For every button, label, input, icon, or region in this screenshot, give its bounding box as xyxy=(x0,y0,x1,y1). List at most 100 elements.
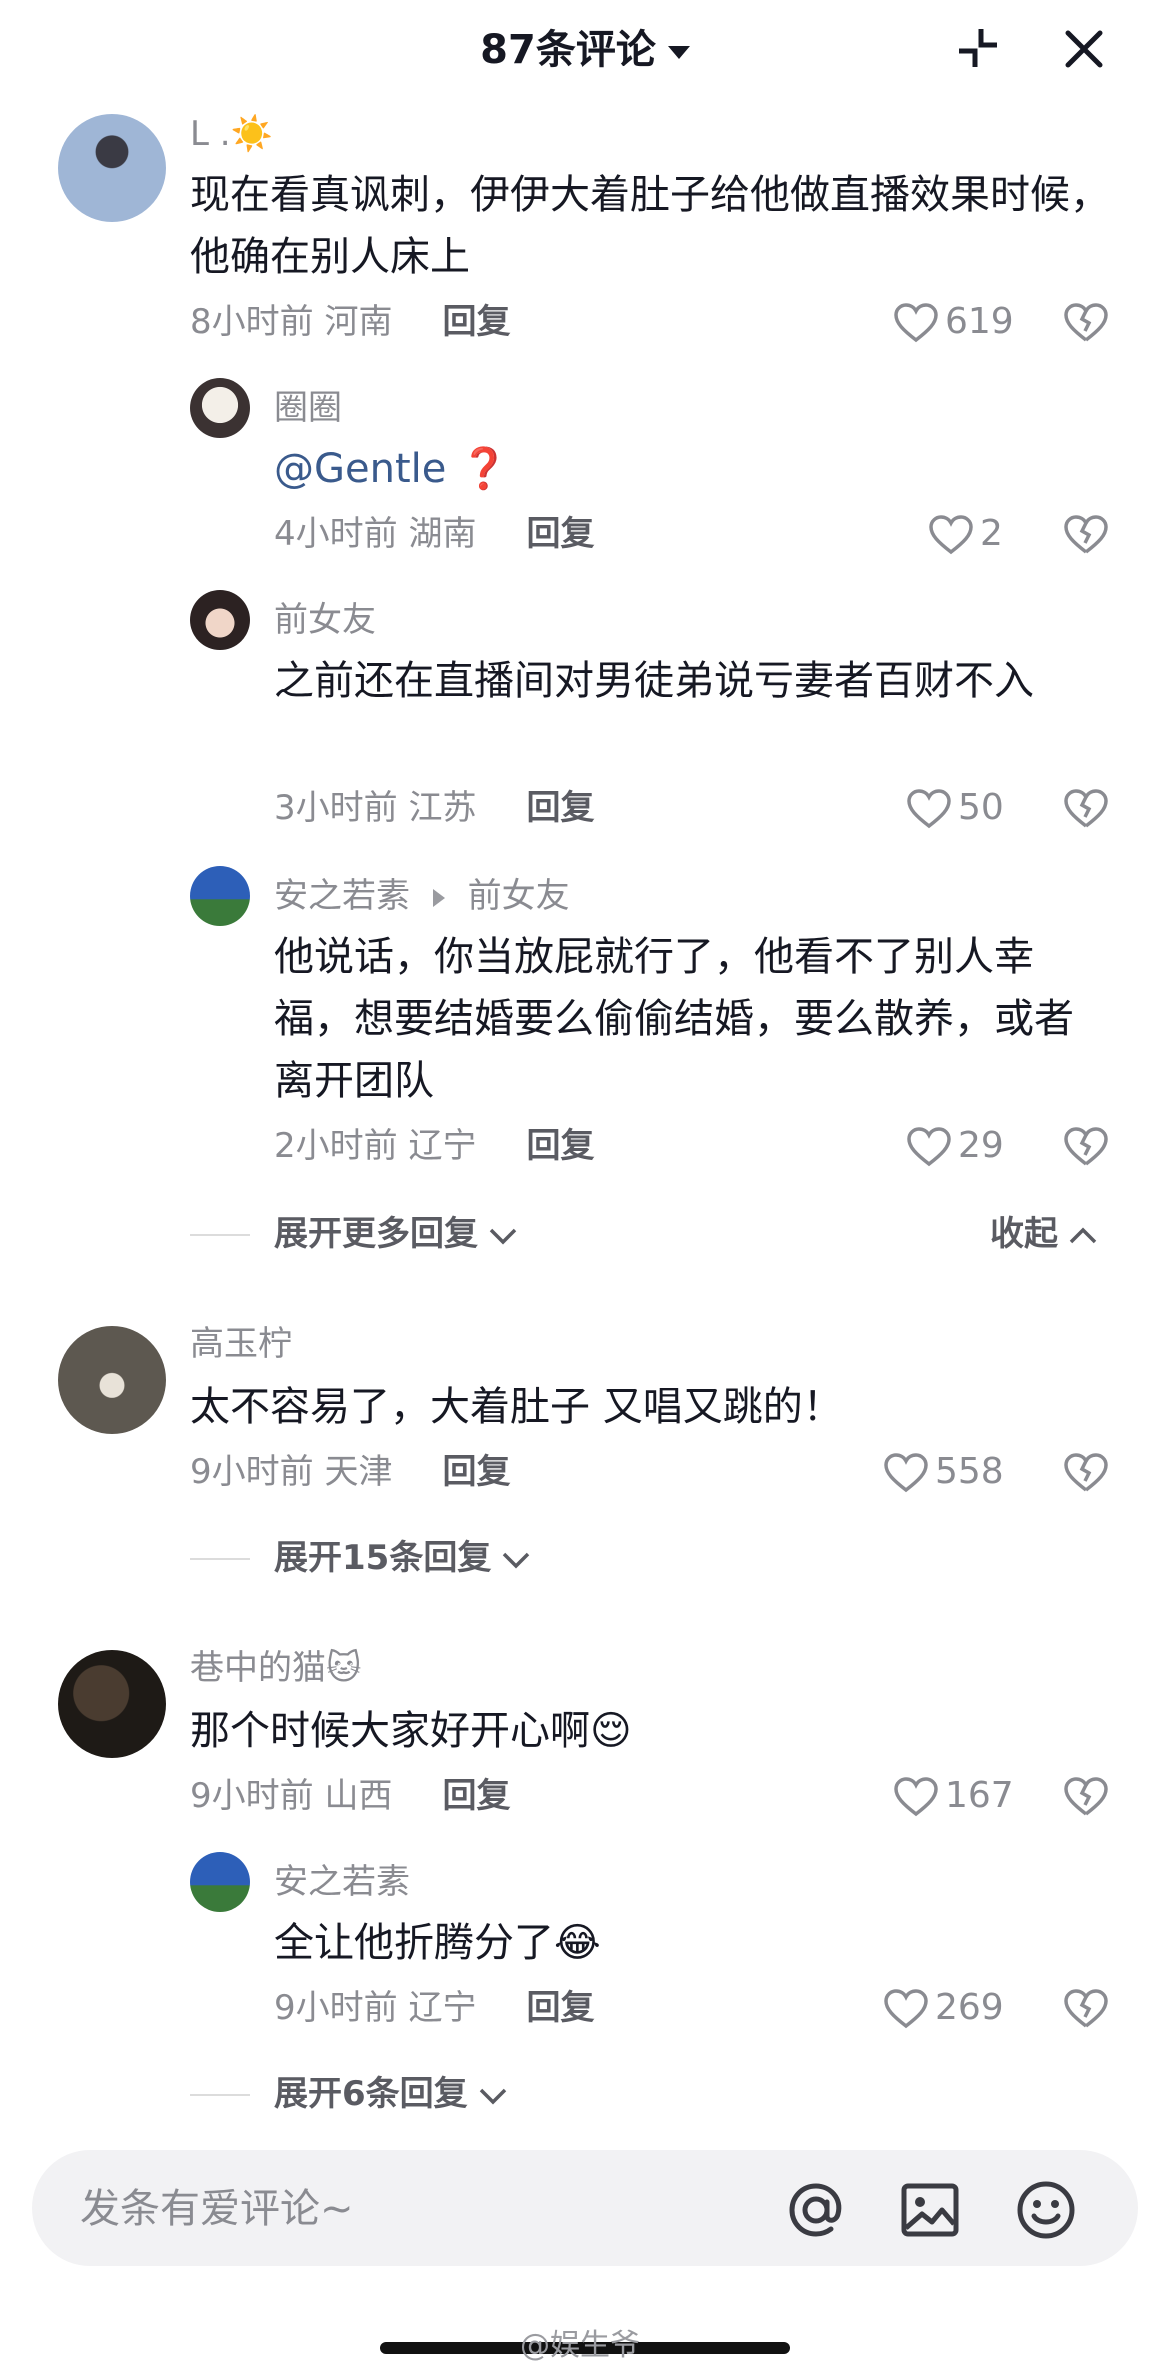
expand-label: 展开15条回复 xyxy=(274,1538,492,1578)
broken-heart-icon[interactable] xyxy=(1062,1774,1110,1818)
comment-input[interactable]: 发条有爱评论~ xyxy=(32,2150,1138,2266)
heart-icon xyxy=(907,789,951,829)
comment-text: 之前还在直播间对男徒弟说亏妻者百财不入 xyxy=(274,658,1034,704)
time-location: 9小时前 山西 xyxy=(190,1776,393,1816)
reply-to-username[interactable]: 前女友 xyxy=(468,876,570,916)
avatar[interactable] xyxy=(58,1650,166,1758)
title-text: 87条评论 xyxy=(480,27,656,73)
comment-text: 太不容易了，大着肚子 又唱又跳的！ xyxy=(190,1384,843,1430)
comments-panel: 87条评论 L .☀️ 现在看真讽刺，伊伊大着肚子给他做直播效果时候，他确在别人… xyxy=(0,0,1170,2380)
username[interactable]: 圈圈 xyxy=(274,386,342,430)
time-location: 4小时前 湖南 xyxy=(274,514,477,554)
comment-text: 那个时候大家好开心啊😌 xyxy=(190,1708,632,1754)
reply-button[interactable]: 回复 xyxy=(442,1776,510,1816)
time-location: 9小时前 辽宁 xyxy=(274,1988,477,2028)
expand-replies-button[interactable]: 展开6条回复 xyxy=(274,2072,508,2116)
broken-heart-icon[interactable] xyxy=(1062,1124,1110,1168)
username[interactable]: 巷中的猫🐱 xyxy=(190,1646,361,1690)
heart-icon xyxy=(907,1127,951,1167)
avatar[interactable] xyxy=(190,590,250,650)
expand-replies-button[interactable]: 展开15条回复 xyxy=(274,1536,531,1580)
at-icon[interactable] xyxy=(784,2178,848,2242)
divider xyxy=(190,1558,250,1560)
like-button[interactable]: 619 xyxy=(893,300,1014,344)
reply-button[interactable]: 回复 xyxy=(526,1988,594,2028)
dropdown-caret-icon xyxy=(667,45,690,59)
like-button[interactable]: 2 xyxy=(928,512,1003,556)
like-button[interactable]: 167 xyxy=(893,1774,1014,1818)
comment-meta: 4小时前 湖南 回复 xyxy=(274,512,594,556)
broken-heart-icon[interactable] xyxy=(1062,1450,1110,1494)
close-icon[interactable] xyxy=(1062,27,1106,71)
expand-label: 展开更多回复 xyxy=(274,1214,478,1254)
reply-button[interactable]: 回复 xyxy=(526,1126,594,1166)
chevron-up-icon xyxy=(1069,1227,1097,1243)
comment-text: @Gentle ❓ xyxy=(274,438,1094,500)
input-placeholder: 发条有爱评论~ xyxy=(80,2186,354,2232)
like-count: 29 xyxy=(958,1125,1004,1166)
comment-meta: 9小时前 天津 回复 xyxy=(190,1450,510,1494)
emoji-icon[interactable] xyxy=(1014,2178,1078,2242)
heart-icon xyxy=(894,1777,938,1817)
time-location: 9小时前 天津 xyxy=(190,1452,393,1492)
avatar[interactable] xyxy=(58,1326,166,1434)
heart-icon xyxy=(884,1989,928,2029)
avatar[interactable] xyxy=(190,378,250,438)
like-count: 558 xyxy=(935,1451,1004,1492)
comment-meta: 3小时前 江苏 回复 xyxy=(274,786,594,830)
emoji: ❓ xyxy=(459,446,509,492)
like-button[interactable]: 29 xyxy=(906,1124,1004,1168)
chevron-down-icon xyxy=(503,1552,530,1568)
comment-meta: 8小时前 河南 回复 xyxy=(190,300,510,344)
broken-heart-icon[interactable] xyxy=(1062,512,1110,556)
heart-icon xyxy=(884,1453,928,1493)
expand-more-replies-button[interactable]: 展开更多回复 xyxy=(274,1212,518,1256)
image-icon[interactable] xyxy=(898,2178,962,2242)
comment-meta: 9小时前 辽宁 回复 xyxy=(274,1986,594,2030)
reply-arrow-icon xyxy=(432,888,445,907)
like-count: 269 xyxy=(935,1987,1004,2028)
avatar[interactable] xyxy=(58,114,166,222)
collapse-label: 收起 xyxy=(990,1214,1058,1254)
broken-heart-icon[interactable] xyxy=(1062,786,1110,830)
time-location: 2小时前 辽宁 xyxy=(274,1126,477,1166)
avatar[interactable] xyxy=(190,1852,250,1912)
collapse-replies-button[interactable]: 收起 xyxy=(990,1212,1098,1256)
like-button[interactable]: 269 xyxy=(883,1986,1004,2030)
chevron-down-icon xyxy=(479,2088,506,2104)
comment-text: 全让他折腾分了😂 xyxy=(274,1920,601,1966)
username[interactable]: 安之若素 xyxy=(274,1860,410,1904)
reply-header: 安之若素 前女友 xyxy=(274,874,570,918)
mention-link[interactable]: @Gentle xyxy=(274,446,446,492)
header: 87条评论 xyxy=(0,0,1170,100)
reply-button[interactable]: 回复 xyxy=(526,788,594,828)
chevron-down-icon xyxy=(489,1228,517,1244)
collapse-icon[interactable] xyxy=(955,25,1001,71)
comment-text: 他说话，你当放屁就行了，他看不了别人幸福，想要结婚要么偷偷结婚，要么散养，或者离… xyxy=(274,934,1074,1104)
comment-meta: 2小时前 辽宁 回复 xyxy=(274,1124,594,1168)
avatar[interactable] xyxy=(190,866,250,926)
time-location: 8小时前 河南 xyxy=(190,302,393,342)
divider xyxy=(190,2094,250,2096)
username[interactable]: 高玉柠 xyxy=(190,1322,292,1366)
like-button[interactable]: 50 xyxy=(906,786,1004,830)
like-button[interactable]: 558 xyxy=(883,1450,1004,1494)
like-count: 2 xyxy=(980,513,1003,554)
username[interactable]: 安之若素 xyxy=(274,876,410,916)
divider xyxy=(190,1234,250,1236)
comment-text: 现在看真讽刺，伊伊大着肚子给他做直播效果时候，他确在别人床上 xyxy=(190,172,1110,280)
username[interactable]: 前女友 xyxy=(274,598,376,642)
like-count: 167 xyxy=(945,1775,1014,1816)
broken-heart-icon[interactable] xyxy=(1062,300,1110,344)
watermark: @娱生爷 xyxy=(520,2328,640,2363)
like-count: 619 xyxy=(945,301,1014,342)
time-location: 3小时前 江苏 xyxy=(274,788,477,828)
expand-label: 展开6条回复 xyxy=(274,2074,468,2114)
broken-heart-icon[interactable] xyxy=(1062,1986,1110,2030)
reply-button[interactable]: 回复 xyxy=(442,1452,510,1492)
heart-icon xyxy=(929,515,973,555)
like-count: 50 xyxy=(958,787,1004,828)
reply-button[interactable]: 回复 xyxy=(442,302,510,342)
reply-button[interactable]: 回复 xyxy=(526,514,594,554)
username[interactable]: L .☀️ xyxy=(190,112,273,156)
